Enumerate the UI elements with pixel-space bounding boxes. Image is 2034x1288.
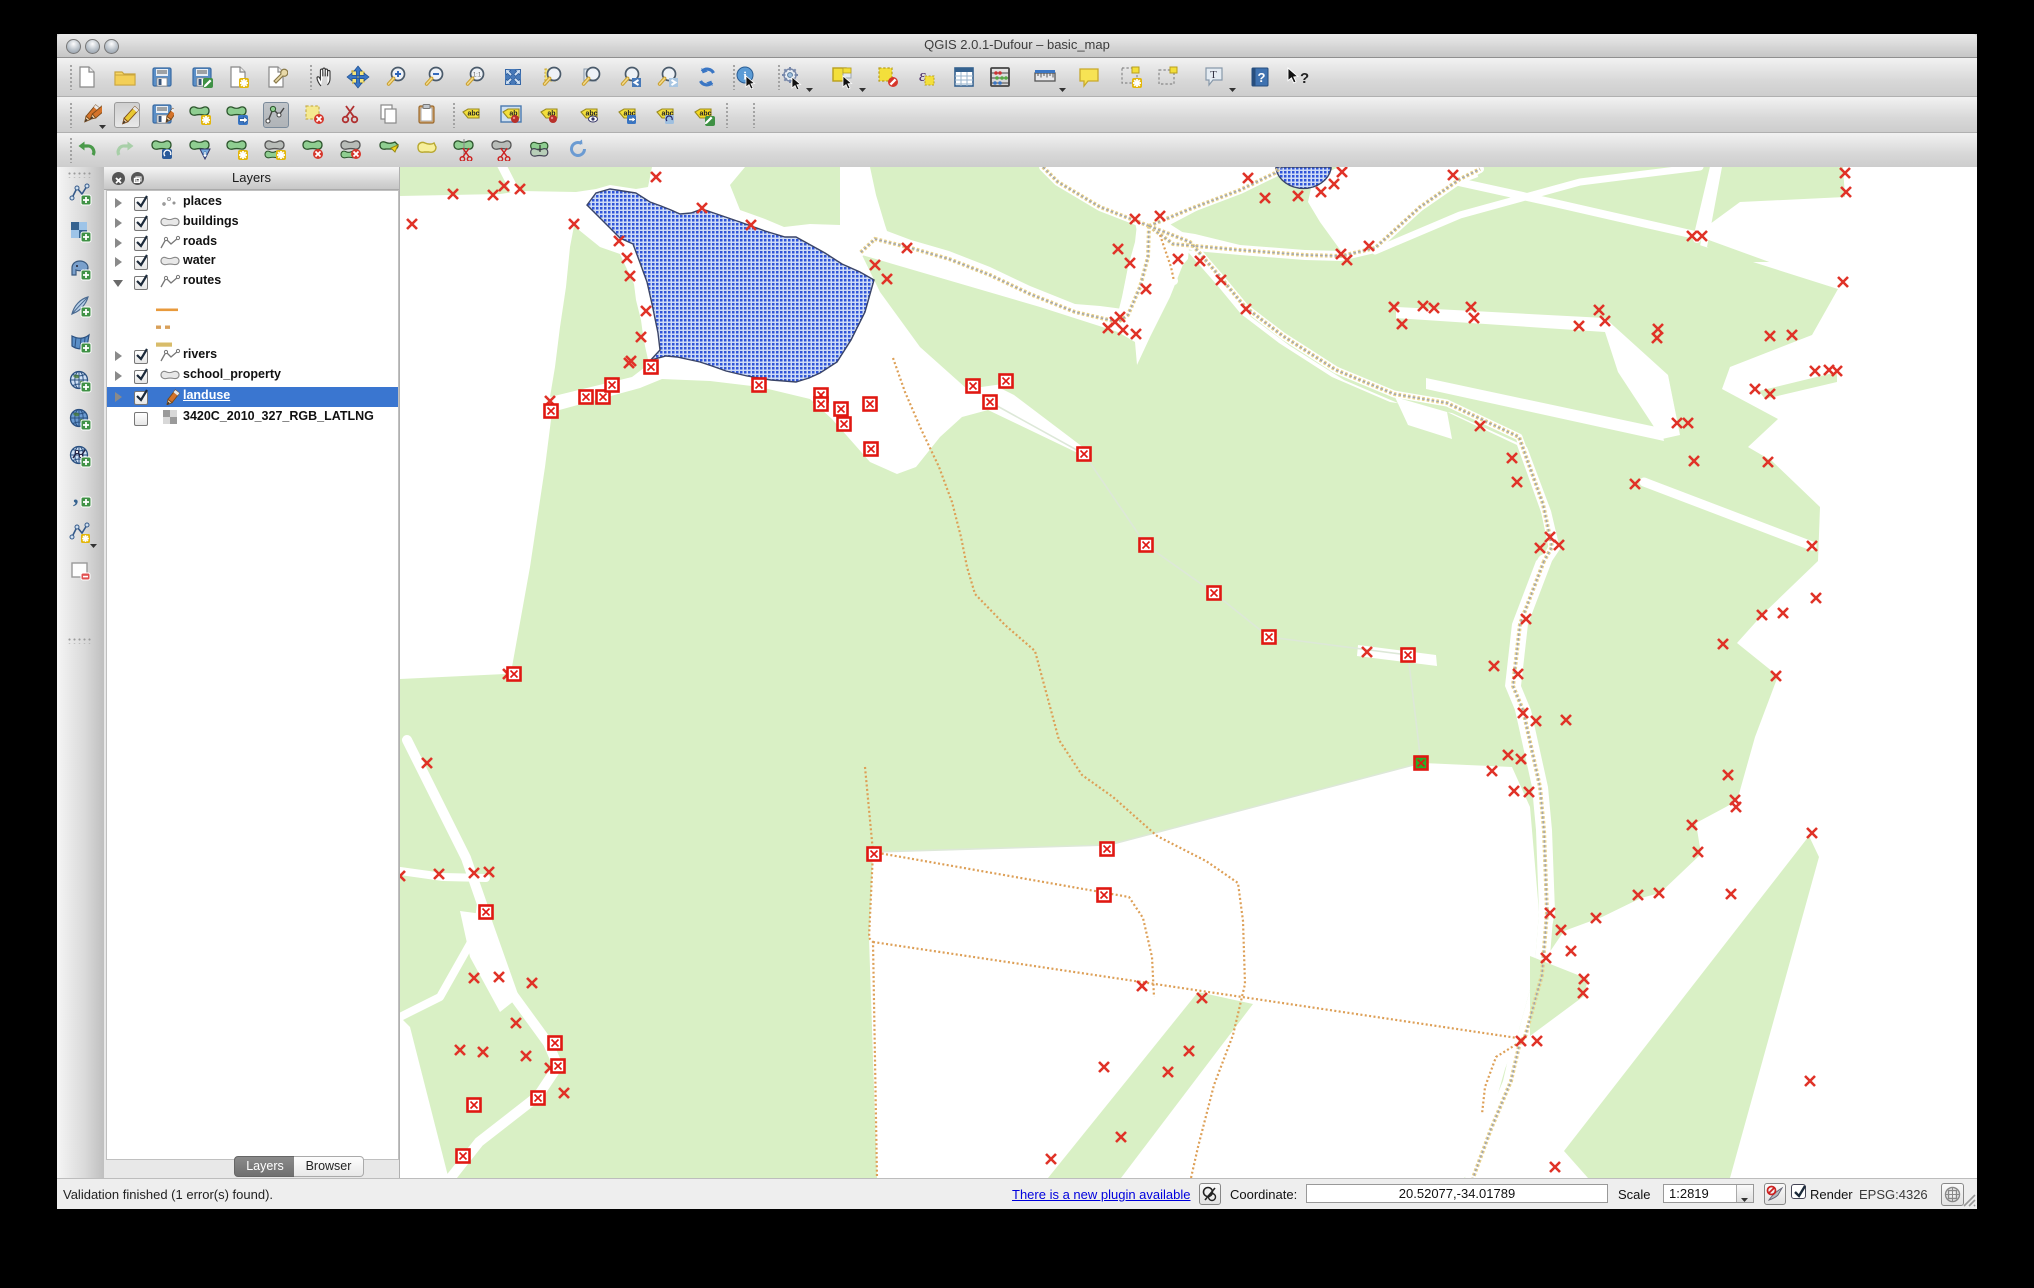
svg-text:T: T [1210, 69, 1217, 81]
svg-text:?: ? [1258, 70, 1266, 85]
svg-text:?: ? [1300, 70, 1309, 87]
svg-text:abc: abc [467, 111, 479, 118]
svg-text:,: , [73, 484, 79, 508]
